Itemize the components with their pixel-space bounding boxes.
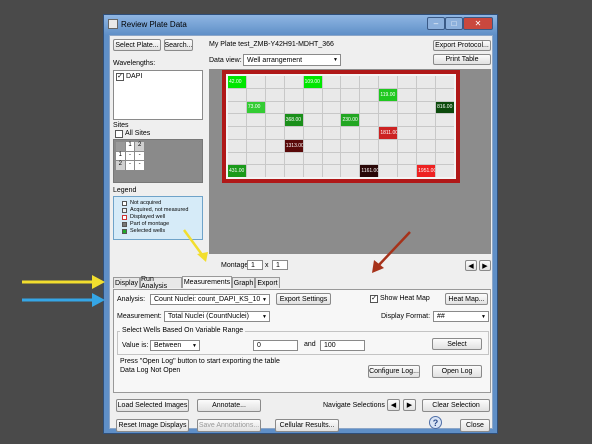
red-arrow-heat-map xyxy=(372,231,411,273)
yellow-arrow-analysis xyxy=(22,275,105,289)
blue-arrow-measurement xyxy=(22,293,105,307)
annotation-arrows xyxy=(22,229,411,307)
yellow-arrow-tab xyxy=(182,229,208,262)
